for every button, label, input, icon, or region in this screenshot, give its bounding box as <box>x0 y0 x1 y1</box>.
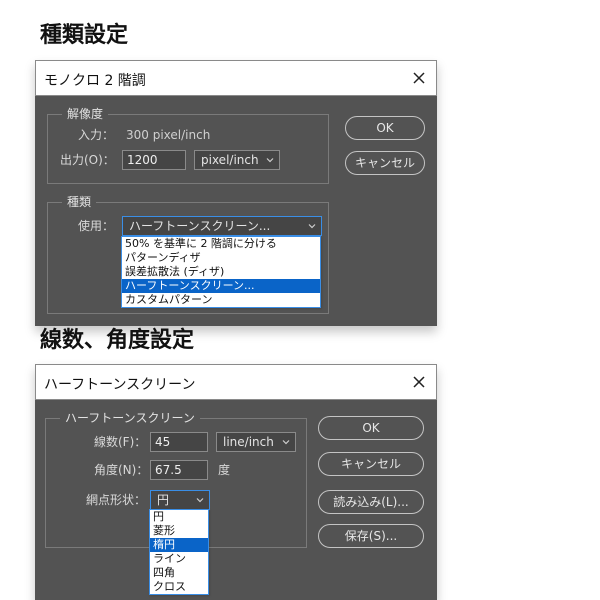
dropdown-option[interactable]: カスタムパターン <box>122 293 320 307</box>
resolution-legend: 解像度 <box>62 107 109 122</box>
use-label: 使用： <box>78 219 115 233</box>
ok-button[interactable]: OK <box>318 416 424 440</box>
close-button[interactable] <box>406 65 432 91</box>
dialog-titlebar: ハーフトーンスクリーン <box>35 364 437 400</box>
dropdown-option[interactable]: 円 <box>150 510 208 524</box>
output-resolution-field[interactable]: 1200 <box>122 150 186 170</box>
shape-select[interactable]: 円 <box>150 490 210 510</box>
halftone-group-legend: ハーフトーンスクリーン <box>60 411 200 426</box>
input-resolution-value: 300 pixel/inch <box>126 128 211 142</box>
dropdown-option[interactable]: ライン <box>150 552 208 566</box>
section-heading-type-settings: 種類設定 <box>40 23 129 48</box>
dropdown-option[interactable]: パターンディザ <box>122 251 320 265</box>
output-unit-select[interactable]: pixel/inch <box>194 150 280 170</box>
dialog-body: ハーフトーンスクリーン 線数(F)： 45 line/inch 角度(N)： 6… <box>35 400 437 600</box>
dialog-title: ハーフトーンスクリーン <box>44 377 196 393</box>
ok-button[interactable]: OK <box>345 116 425 140</box>
load-button[interactable]: 読み込み(L)... <box>318 490 424 514</box>
chevron-down-icon <box>196 498 204 503</box>
angle-label: 角度(N)： <box>94 463 149 477</box>
angle-unit: 度 <box>218 463 231 477</box>
cancel-button[interactable]: キャンセル <box>345 151 425 175</box>
frequency-field[interactable]: 45 <box>150 432 208 452</box>
angle-field[interactable]: 67.5 <box>150 460 208 480</box>
type-legend: 種類 <box>62 195 97 210</box>
shape-label: 網点形状： <box>86 493 147 507</box>
chevron-down-icon <box>282 440 290 445</box>
method-select[interactable]: ハーフトーンスクリーン... <box>122 216 322 236</box>
resolution-group: 解像度 入力： 300 pixel/inch 出力(O)： 1200 pixel… <box>47 107 329 184</box>
dialog-titlebar: モノクロ 2 階調 <box>35 60 437 96</box>
dropdown-option-selected[interactable]: ハーフトーンスクリーン... <box>122 279 320 293</box>
shape-dropdown-list: 円 菱形 楕円 ライン 四角 クロス <box>149 509 209 595</box>
frequency-unit-select[interactable]: line/inch <box>216 432 296 452</box>
dropdown-option-selected[interactable]: 楕円 <box>150 538 208 552</box>
halftone-screen-dialog: ハーフトーンスクリーン ハーフトーンスクリーン 線数(F)： 45 line/i… <box>35 364 437 600</box>
dropdown-option[interactable]: クロス <box>150 580 208 594</box>
frequency-unit-value: line/inch <box>223 435 274 449</box>
method-dropdown-list: 50% を基準に 2 階調に分ける パターンディザ 誤差拡散法 (ディザ) ハー… <box>121 236 321 308</box>
dropdown-option[interactable]: 誤差拡散法 (ディザ) <box>122 265 320 279</box>
input-label: 入力： <box>78 128 115 142</box>
cancel-button[interactable]: キャンセル <box>318 452 424 476</box>
dropdown-option[interactable]: 50% を基準に 2 階調に分ける <box>122 237 320 251</box>
monochrome-2-tone-dialog: モノクロ 2 階調 解像度 入力： 300 pixel/inch 出力(O)： … <box>35 60 437 326</box>
frequency-label: 線数(F)： <box>94 435 147 449</box>
close-icon <box>413 376 425 388</box>
output-unit-value: pixel/inch <box>201 153 259 167</box>
save-button[interactable]: 保存(S)... <box>318 524 424 548</box>
close-icon <box>413 72 425 84</box>
dropdown-option[interactable]: 菱形 <box>150 524 208 538</box>
close-button[interactable] <box>406 369 432 395</box>
output-label: 出力(O)： <box>60 153 115 167</box>
chevron-down-icon <box>266 158 274 163</box>
dialog-body: 解像度 入力： 300 pixel/inch 出力(O)： 1200 pixel… <box>35 96 437 326</box>
dialog-title: モノクロ 2 階調 <box>44 73 146 89</box>
chevron-down-icon <box>308 224 316 229</box>
method-selected-value: ハーフトーンスクリーン... <box>129 219 271 233</box>
dropdown-option[interactable]: 四角 <box>150 566 208 580</box>
section-heading-frequency-angle: 線数、角度設定 <box>40 328 195 353</box>
shape-selected-value: 円 <box>157 493 170 507</box>
